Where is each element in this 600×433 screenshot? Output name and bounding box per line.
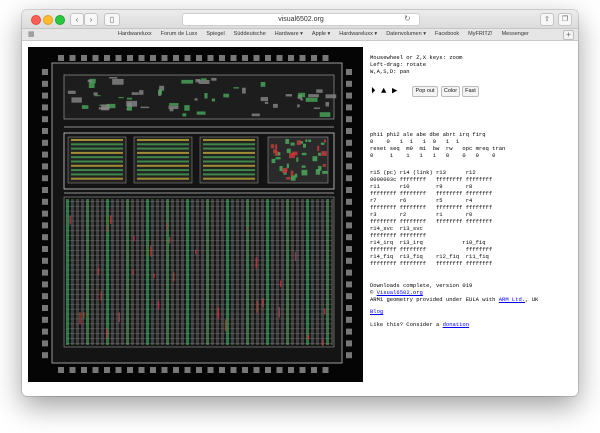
help-pan: W,A,S,D: pan bbox=[370, 68, 410, 75]
close-window-button[interactable] bbox=[31, 15, 41, 25]
favorites-bar: ▦ Hardwareluxx Forum de Luxx Spiegel Süddeu… bbox=[22, 29, 578, 41]
register-row: 0000003c ffffffff ffffffff ffffffff bbox=[370, 176, 493, 183]
register-row: r3 r2 r1 r0 bbox=[370, 211, 473, 218]
help-zoom: Mousewheel or Z,X keys: zoom bbox=[370, 54, 463, 61]
register-row: r11 r10 r9 r8 bbox=[370, 183, 473, 190]
favorites-list: Hardwareluxx Forum de Luxx Spiegel Süddeuts… bbox=[118, 29, 538, 40]
info-panel: Mousewheel or Z,X keys: zoom Left-drag: … bbox=[370, 41, 575, 396]
forward-icon[interactable]: › bbox=[84, 13, 98, 26]
favorite-item[interactable]: Apple ▾ bbox=[312, 29, 330, 40]
register-row: ffffffff ffffffff ffffffff ffffffff bbox=[370, 260, 493, 267]
signals-header-1: phi1 phi2 ale abe dbe abrt irq firq bbox=[370, 131, 486, 138]
favorite-item[interactable]: Messenger bbox=[502, 29, 529, 40]
blog-line: Blog bbox=[370, 308, 383, 315]
favorite-item[interactable]: MyFRITZ! bbox=[468, 29, 492, 40]
donation-line: Like this? Consider a donation bbox=[370, 321, 469, 328]
copyright-prefix: © bbox=[370, 289, 377, 296]
arm1-die-render[interactable] bbox=[28, 47, 363, 382]
step-up-icon[interactable]: ▲ bbox=[381, 86, 386, 96]
minimize-window-button[interactable] bbox=[43, 15, 53, 25]
register-row: ffffffff ffffffff ffffffff bbox=[370, 246, 493, 253]
favorite-item[interactable]: Hardware ▾ bbox=[275, 29, 303, 40]
geometry-suffix: , UK bbox=[525, 296, 539, 303]
zoom-window-button[interactable] bbox=[55, 15, 65, 25]
register-row: ffffffff ffffffff ffffffff ffffffff bbox=[370, 218, 493, 225]
color-button[interactable]: Color bbox=[441, 86, 460, 97]
register-row: r14_fiq r13_fiq r12_fiq r11_fiq bbox=[370, 253, 489, 260]
signals-header-2: reset seq m0 m1 bw rw opc mreq tran bbox=[370, 145, 506, 152]
arm-ltd-link[interactable]: ARM Ltd. bbox=[499, 296, 525, 303]
register-row: r15 (pc) r14 (link) r13 r12 bbox=[370, 169, 476, 176]
browser-window: ‹ › ▯ visual6502.org ↻ ⇧ ❐ ▦ Hardwarelux… bbox=[22, 10, 578, 396]
back-icon[interactable]: ‹ bbox=[70, 13, 84, 26]
title-bar: ‹ › ▯ visual6502.org ↻ ⇧ ❐ bbox=[22, 10, 578, 29]
share-icon[interactable]: ⇧ bbox=[540, 13, 554, 26]
favorite-item[interactable]: Hardwareluxx ▾ bbox=[339, 29, 377, 40]
copyright-line: © Visual6502.org bbox=[370, 289, 423, 296]
pop-out-button[interactable]: Pop out bbox=[412, 86, 438, 97]
donation-prefix: Like this? Consider a bbox=[370, 321, 443, 328]
visual6502-link[interactable]: Visual6502.org bbox=[377, 289, 423, 296]
donation-link[interactable]: donation bbox=[443, 321, 469, 328]
new-tab-icon[interactable]: + bbox=[563, 30, 574, 40]
register-row: r14_irq r13_irq r10_fiq bbox=[370, 239, 486, 246]
register-row: ffffffff ffffffff ffffffff ffffffff bbox=[370, 190, 493, 197]
signals-values-2: 0 1 1 1 1 0 0 0 0 bbox=[370, 152, 496, 159]
play-icon[interactable]: ⏵ bbox=[371, 86, 376, 96]
chip-viewport[interactable] bbox=[28, 47, 363, 382]
register-row: ffffffff ffffffff ffffffff ffffffff bbox=[370, 204, 493, 211]
favorite-item[interactable]: Facebook bbox=[435, 29, 459, 40]
grid-icon[interactable]: ▦ bbox=[28, 31, 35, 38]
favorite-item[interactable]: Spiegel bbox=[206, 29, 224, 40]
help-rotate: Left-drag: rotate bbox=[370, 61, 427, 68]
blog-link[interactable]: Blog bbox=[370, 308, 383, 315]
geometry-prefix: ARM1 geometry provided under EULA with bbox=[370, 296, 499, 303]
signals-values-1: 0 0 1 1 1 0 1 1 bbox=[370, 138, 460, 145]
favorite-item[interactable]: Datenvolumen ▾ bbox=[386, 29, 426, 40]
step-forward-icon[interactable]: ▶ bbox=[392, 86, 397, 96]
reload-icon[interactable]: ↻ bbox=[404, 13, 411, 25]
favorite-item[interactable]: Forum de Luxx bbox=[161, 29, 198, 40]
geometry-line: ARM1 geometry provided under EULA with A… bbox=[370, 296, 538, 303]
address-bar[interactable]: visual6502.org bbox=[182, 13, 420, 26]
favorite-item[interactable]: Süddeutsche bbox=[234, 29, 266, 40]
sidebar-icon[interactable]: ▯ bbox=[104, 13, 120, 26]
register-row: r14_svc r13_svc bbox=[370, 225, 423, 232]
tabs-icon[interactable]: ❐ bbox=[558, 13, 572, 26]
download-status: Downloads complete, version 019 bbox=[370, 282, 473, 289]
favorite-item[interactable]: Hardwareluxx bbox=[118, 29, 152, 40]
fast-button[interactable]: Fast bbox=[462, 86, 479, 97]
register-row: ffffffff ffffffff bbox=[370, 232, 427, 239]
page-content: Mousewheel or Z,X keys: zoom Left-drag: … bbox=[22, 41, 578, 396]
register-row: r7 r6 r5 r4 bbox=[370, 197, 473, 204]
